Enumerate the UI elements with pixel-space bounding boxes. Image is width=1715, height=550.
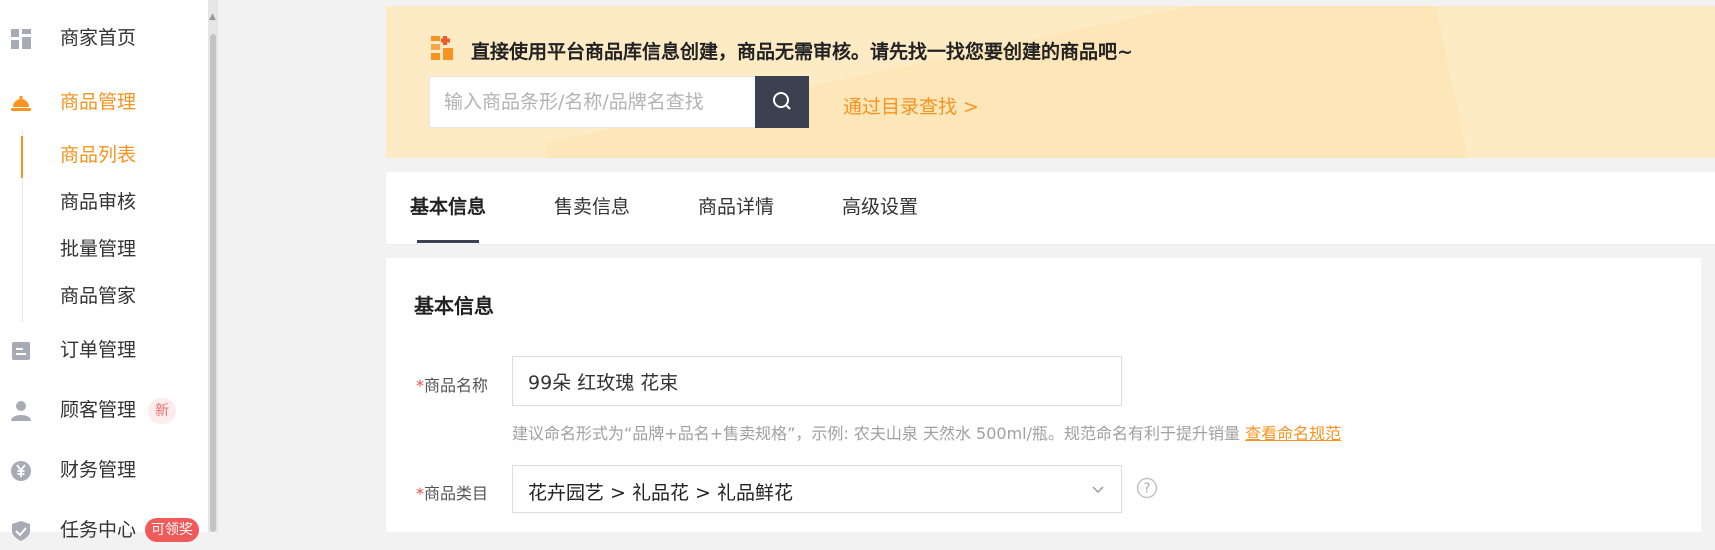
apps-grid-icon [431, 36, 453, 60]
product-name-label-text: 商品名称 [424, 376, 489, 395]
submenu-item-product-list[interactable]: 商品列表 [60, 144, 136, 166]
product-category-label-text: 商品类目 [424, 484, 489, 503]
required-mark: * [416, 376, 424, 395]
scrollbar-thumb[interactable] [210, 34, 216, 532]
submenu-active-indicator [21, 136, 23, 178]
form-tabs: 基本信息 售卖信息 商品详情 高级设置 [386, 172, 1715, 245]
sidebar-item-finance[interactable]: 财务管理 [0, 450, 208, 490]
required-mark: * [416, 484, 424, 503]
product-search-input[interactable] [429, 76, 755, 128]
chevron-down-icon [1092, 486, 1104, 494]
new-badge: 新 [148, 398, 176, 424]
product-category-select[interactable]: 花卉园艺 > 礼品花 > 礼品鲜花 [512, 465, 1122, 513]
scroll-up-arrow-icon[interactable]: ▲ [209, 12, 216, 22]
sidebar-item-label: 商家首页 [60, 27, 137, 49]
dashboard-grid-icon [11, 29, 31, 49]
banner-title: 直接使用平台商品库信息创建，商品无需审核。请先找一找您要创建的商品吧~ [471, 41, 1133, 63]
yen-coin-icon [11, 461, 31, 481]
sidebar: 商家首页 商品管理 商品列表 商品审核 批量管理 商品管家 订单管理 顾客管理 … [0, 0, 208, 542]
section-title: 基本信息 [414, 294, 494, 318]
naming-rules-link[interactable]: 查看命名规范 [1245, 424, 1341, 443]
help-question-icon[interactable]: ? [1136, 477, 1158, 499]
sidebar-item-label: 商品管理 [60, 91, 137, 113]
quick-create-banner: 直接使用平台商品库信息创建，商品无需审核。请先找一找您要创建的商品吧~ 通过目录… [386, 6, 1715, 158]
reward-badge: 可领奖 [145, 518, 199, 542]
browse-catalog-link[interactable]: 通过目录查找 > [843, 92, 979, 119]
product-name-hint: 建议命名形式为“品牌+品名+售卖规格”，示例: 农夫山泉 天然水 500ml/瓶… [512, 420, 1341, 444]
product-tray-icon [11, 96, 31, 111]
sidebar-item-label: 顾客管理 [60, 399, 137, 421]
sidebar-item-customers[interactable]: 顾客管理 [0, 390, 208, 430]
search-button[interactable] [755, 76, 809, 128]
sidebar-item-home[interactable]: 商家首页 [0, 18, 208, 58]
product-name-label: *商品名称 [416, 372, 488, 396]
search-icon [773, 91, 791, 110]
customer-person-icon [11, 401, 31, 421]
task-shield-icon [12, 521, 30, 541]
sidebar-item-products[interactable]: 商品管理 [0, 82, 208, 122]
sidebar-scrollbar[interactable]: ▲ [208, 0, 218, 532]
order-document-icon [12, 342, 30, 360]
active-tab-indicator [417, 240, 479, 243]
sidebar-item-label: 任务中心 [60, 519, 137, 541]
tab-advanced-settings[interactable]: 高级设置 [842, 196, 918, 218]
tab-sales-info[interactable]: 售卖信息 [554, 196, 630, 218]
sidebar-item-orders[interactable]: 订单管理 [0, 330, 208, 370]
product-category-label: *商品类目 [416, 480, 488, 504]
submenu-item-batch-management[interactable]: 批量管理 [60, 238, 136, 260]
sidebar-item-label: 订单管理 [60, 339, 137, 361]
category-value: 花卉园艺 > 礼品花 > 礼品鲜花 [528, 482, 793, 504]
submenu-item-product-review[interactable]: 商品审核 [60, 191, 136, 213]
svg-text:?: ? [1144, 482, 1151, 497]
basic-info-card: 基本信息 *商品名称 建议命名形式为“品牌+品名+售卖规格”，示例: 农夫山泉 … [386, 258, 1701, 532]
tab-product-details[interactable]: 商品详情 [698, 196, 774, 218]
submenu-item-product-steward[interactable]: 商品管家 [60, 285, 136, 307]
product-name-input[interactable] [512, 356, 1122, 406]
product-name-hint-text: 建议命名形式为“品牌+品名+售卖规格”，示例: 农夫山泉 天然水 500ml/瓶… [512, 424, 1241, 443]
tab-basic-info[interactable]: 基本信息 [410, 196, 486, 218]
sidebar-item-label: 财务管理 [60, 459, 137, 481]
